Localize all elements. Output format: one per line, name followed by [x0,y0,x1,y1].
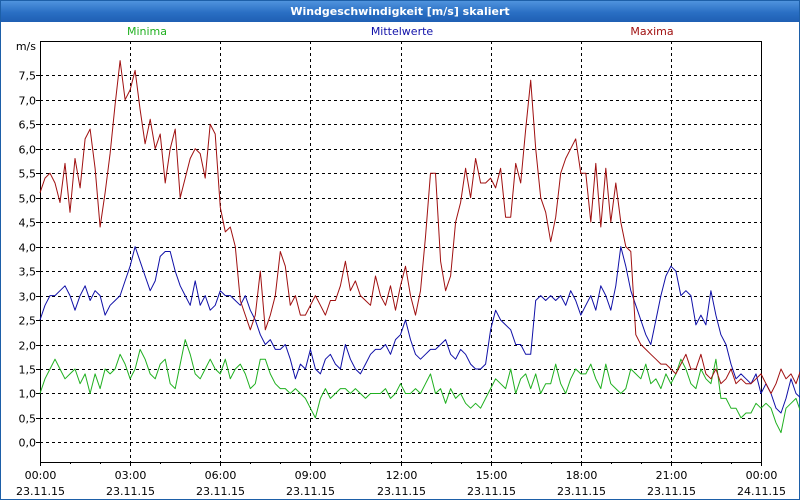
grid [40,41,761,462]
x-tick-date: 23.11.15 [106,485,155,498]
y-tick-label: 2,5 [19,315,37,328]
legend: Minima Mittelwerte Maxima [127,25,674,38]
y-tick-label: 5,5 [19,168,37,181]
x-tick-time: 18:00 [566,469,598,482]
legend-entry-minima: Minima [127,25,167,38]
wind-speed-chart: 0,0 0,5 1,0 1,5 2,0 2,5 3,0 3,5 4,0 4,5 5,0 5,5 6,0 6… [16,25,800,498]
x-tick-time: 21:00 [656,469,688,482]
x-tick-time: 09:00 [295,469,327,482]
y-tick-label: 6,5 [19,119,37,132]
x-tick-date: 24.11.15 [737,485,786,498]
x-tick-date: 23.11.15 [286,485,335,498]
y-tick-label: 7,5 [19,70,37,83]
x-tick-date: 23.11.15 [16,485,65,498]
x-tick-time: 00:00 [746,469,778,482]
y-tick-label: 1,5 [19,364,37,377]
x-tick-time: 00:00 [25,469,57,482]
y-axis-unit: m/s [16,40,36,53]
x-tick-time: 03:00 [115,469,147,482]
y-tick-label: 2,0 [19,340,37,353]
x-tick-date: 23.11.15 [467,485,516,498]
x-tick-time: 12:00 [386,469,418,482]
y-tick-label: 3,0 [19,291,37,304]
legend-entry-maxima: Maxima [630,25,673,38]
x-tick-date: 23.11.15 [377,485,426,498]
y-tick-label: 4,5 [19,217,37,230]
series-group [39,60,800,434]
y-tick-label: 0,5 [19,413,37,426]
x-tick-date: 23.11.15 [557,485,606,498]
y-tick-label: 1,0 [19,388,37,401]
y-tick-label: 7,0 [19,95,37,108]
x-tick-time: 06:00 [205,469,237,482]
y-tick-label: 0,0 [19,437,37,450]
x-tick-date: 23.11.15 [647,485,696,498]
series-line-mittelwerte [39,246,800,414]
x-tick-date: 23.11.15 [196,485,245,498]
y-tick-label: 3,5 [19,266,37,279]
series-line-maxima [39,60,800,394]
y-tick-label: 6,0 [19,144,37,157]
y-tick-label: 4,0 [19,242,37,255]
legend-entry-mittelwerte: Mittelwerte [371,25,434,38]
axes: 0,0 0,5 1,0 1,5 2,0 2,5 3,0 3,5 4,0 4,5 5,0 5,5 6,0 6… [16,40,786,498]
y-tick-label: 5,0 [19,193,37,206]
x-tick-time: 15:00 [476,469,508,482]
